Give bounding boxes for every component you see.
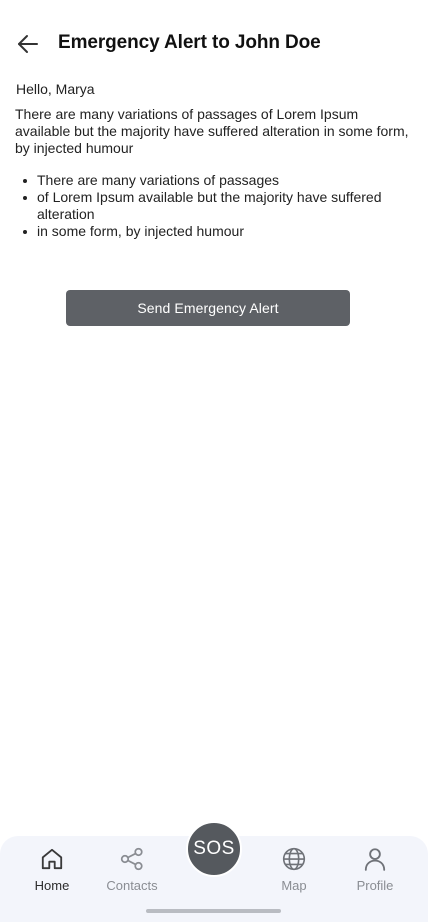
greeting-text: Hello, Marya — [16, 81, 95, 97]
person-icon — [362, 846, 388, 872]
tab-map[interactable]: Map — [259, 846, 329, 894]
message-content: Hello, Marya There are many variations o… — [15, 80, 415, 240]
sos-button[interactable]: SOS — [186, 821, 242, 877]
page-title: Emergency Alert to John Doe — [58, 32, 321, 53]
home-indicator — [146, 909, 281, 913]
arrow-left-icon — [18, 35, 38, 53]
tab-label: Profile — [356, 878, 394, 893]
send-emergency-alert-button[interactable]: Send Emergency Alert — [66, 290, 350, 326]
tab-label: Map — [281, 878, 307, 893]
header: Emergency Alert to John Doe — [0, 26, 428, 62]
bullet-item: in some form, by injected humour — [15, 223, 415, 240]
message-paragraph: There are many variations of passages of… — [15, 106, 409, 156]
share-icon — [119, 846, 145, 872]
tab-label: Contacts — [106, 878, 158, 893]
bullet-item: There are many variations of passages — [15, 172, 415, 189]
bullet-list: There are many variations of passages of… — [15, 172, 415, 240]
tab-home[interactable]: Home — [17, 846, 87, 894]
tab-contacts[interactable]: Contacts — [97, 846, 167, 894]
bullet-item: of Lorem Ipsum available but the majorit… — [15, 189, 415, 223]
home-icon — [39, 846, 65, 872]
screen: Emergency Alert to John Doe Hello, Marya… — [0, 0, 428, 922]
tab-profile[interactable]: Profile — [340, 846, 410, 894]
globe-icon — [281, 846, 307, 872]
tab-label: Home — [34, 878, 70, 893]
back-button[interactable] — [14, 30, 42, 58]
